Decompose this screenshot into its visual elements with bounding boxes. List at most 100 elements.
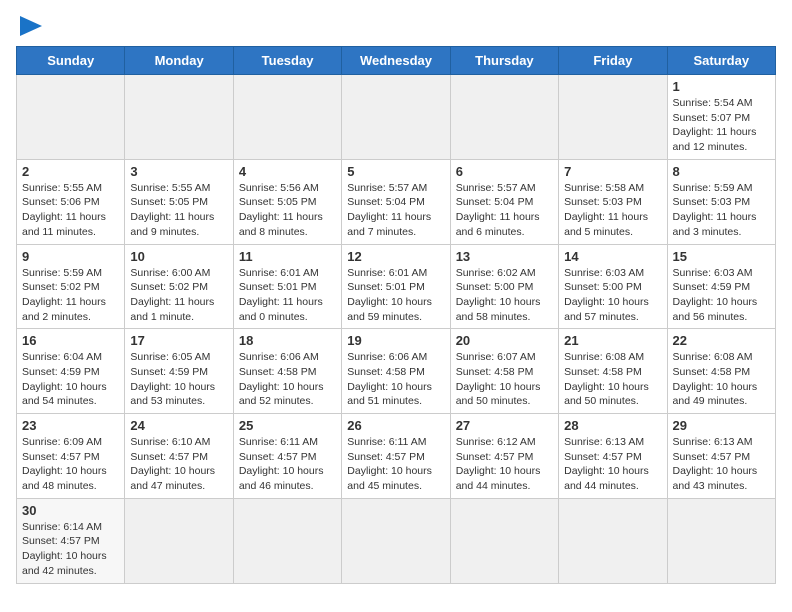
calendar-cell: 4 Sunrise: 5:56 AM Sunset: 5:05 PM Daylig… — [233, 159, 341, 244]
calendar-cell — [450, 75, 558, 160]
calendar-cell — [233, 75, 341, 160]
calendar-cell — [233, 498, 341, 583]
day-of-week-sunday: Sunday — [17, 47, 125, 75]
calendar-cell — [559, 75, 667, 160]
calendar-cell: 8 Sunrise: 5:59 AM Sunset: 5:03 PM Daylig… — [667, 159, 775, 244]
day-of-week-saturday: Saturday — [667, 47, 775, 75]
day-number: 16 — [22, 333, 119, 348]
page-header — [16, 16, 776, 36]
day-number: 19 — [347, 333, 444, 348]
day-number: 27 — [456, 418, 553, 433]
day-number: 26 — [347, 418, 444, 433]
calendar-cell: 11 Sunrise: 6:01 AM Sunset: 5:01 PM Dayli… — [233, 244, 341, 329]
day-info: Sunrise: 6:10 AM Sunset: 4:57 PM Dayligh… — [130, 435, 227, 494]
day-number: 25 — [239, 418, 336, 433]
day-number: 20 — [456, 333, 553, 348]
calendar-cell: 9Sunrise: 5:59 AM Sunset: 5:02 PM Daylig… — [17, 244, 125, 329]
calendar-cell: 6Sunrise: 5:57 AM Sunset: 5:04 PM Daylig… — [450, 159, 558, 244]
calendar-week-2: 2Sunrise: 5:55 AM Sunset: 5:06 PM Daylig… — [17, 159, 776, 244]
logo-triangle-icon — [20, 16, 42, 36]
day-info: Sunrise: 6:14 AM Sunset: 4:57 PM Dayligh… — [22, 520, 119, 579]
calendar-cell: 13Sunrise: 6:02 AM Sunset: 5:00 PM Dayli… — [450, 244, 558, 329]
calendar-cell — [667, 498, 775, 583]
day-info: Sunrise: 6:05 AM Sunset: 4:59 PM Dayligh… — [130, 350, 227, 409]
day-number: 3 — [130, 164, 227, 179]
day-number: 7 — [564, 164, 661, 179]
day-number: 15 — [673, 249, 770, 264]
calendar-cell: 23 Sunrise: 6:09 AM Sunset: 4:57 PM Dayli… — [17, 414, 125, 499]
day-number: 22 — [673, 333, 770, 348]
day-number: 11 — [239, 249, 336, 264]
day-number: 29 — [673, 418, 770, 433]
day-info: Sunrise: 5:58 AM Sunset: 5:03 PM Dayligh… — [564, 181, 661, 240]
logo — [16, 16, 42, 36]
day-number: 4 — [239, 164, 336, 179]
day-of-week-wednesday: Wednesday — [342, 47, 450, 75]
day-info: Sunrise: 6:13 AM Sunset: 4:57 PM Dayligh… — [673, 435, 770, 494]
day-info: Sunrise: 5:59 AM Sunset: 5:03 PM Dayligh… — [673, 181, 770, 240]
calendar-cell: 28 Sunrise: 6:13 AM Sunset: 4:57 PM Dayli… — [559, 414, 667, 499]
day-info: Sunrise: 5:54 AM Sunset: 5:07 PM Dayligh… — [673, 96, 770, 155]
day-number: 13 — [456, 249, 553, 264]
day-info: Sunrise: 6:11 AM Sunset: 4:57 PM Dayligh… — [239, 435, 336, 494]
calendar-cell — [125, 75, 233, 160]
day-number: 18 — [239, 333, 336, 348]
day-info: Sunrise: 6:08 AM Sunset: 4:58 PM Dayligh… — [673, 350, 770, 409]
day-number: 17 — [130, 333, 227, 348]
day-info: Sunrise: 5:57 AM Sunset: 5:04 PM Dayligh… — [347, 181, 444, 240]
calendar-week-4: 16 Sunrise: 6:04 AM Sunset: 4:59 PM Dayli… — [17, 329, 776, 414]
day-info: Sunrise: 6:01 AM Sunset: 5:01 PM Dayligh… — [239, 266, 336, 325]
calendar-cell: 21 Sunrise: 6:08 AM Sunset: 4:58 PM Dayli… — [559, 329, 667, 414]
calendar-cell: 16 Sunrise: 6:04 AM Sunset: 4:59 PM Dayli… — [17, 329, 125, 414]
calendar-week-1: 1 Sunrise: 5:54 AM Sunset: 5:07 PM Daylig… — [17, 75, 776, 160]
calendar-cell — [342, 498, 450, 583]
day-info: Sunrise: 6:06 AM Sunset: 4:58 PM Dayligh… — [239, 350, 336, 409]
calendar-cell: 3 Sunrise: 5:55 AM Sunset: 5:05 PM Daylig… — [125, 159, 233, 244]
calendar-cell: 24 Sunrise: 6:10 AM Sunset: 4:57 PM Dayli… — [125, 414, 233, 499]
calendar-cell: 22 Sunrise: 6:08 AM Sunset: 4:58 PM Dayli… — [667, 329, 775, 414]
calendar-table: SundayMondayTuesdayWednesdayThursdayFrid… — [16, 46, 776, 584]
calendar-cell: 18 Sunrise: 6:06 AM Sunset: 4:58 PM Dayli… — [233, 329, 341, 414]
day-of-week-thursday: Thursday — [450, 47, 558, 75]
calendar-cell — [125, 498, 233, 583]
day-info: Sunrise: 5:56 AM Sunset: 5:05 PM Dayligh… — [239, 181, 336, 240]
day-info: Sunrise: 6:12 AM Sunset: 4:57 PM Dayligh… — [456, 435, 553, 494]
day-number: 24 — [130, 418, 227, 433]
day-info: Sunrise: 6:09 AM Sunset: 4:57 PM Dayligh… — [22, 435, 119, 494]
day-info: Sunrise: 6:01 AM Sunset: 5:01 PM Dayligh… — [347, 266, 444, 325]
day-info: Sunrise: 6:07 AM Sunset: 4:58 PM Dayligh… — [456, 350, 553, 409]
calendar-cell: 10Sunrise: 6:00 AM Sunset: 5:02 PM Dayli… — [125, 244, 233, 329]
day-number: 5 — [347, 164, 444, 179]
day-of-week-friday: Friday — [559, 47, 667, 75]
day-info: Sunrise: 6:04 AM Sunset: 4:59 PM Dayligh… — [22, 350, 119, 409]
calendar-header-row: SundayMondayTuesdayWednesdayThursdayFrid… — [17, 47, 776, 75]
calendar-cell: 17 Sunrise: 6:05 AM Sunset: 4:59 PM Dayli… — [125, 329, 233, 414]
calendar-cell: 12 Sunrise: 6:01 AM Sunset: 5:01 PM Dayli… — [342, 244, 450, 329]
calendar-cell — [17, 75, 125, 160]
calendar-cell: 26Sunrise: 6:11 AM Sunset: 4:57 PM Dayli… — [342, 414, 450, 499]
day-info: Sunrise: 5:55 AM Sunset: 5:06 PM Dayligh… — [22, 181, 119, 240]
day-info: Sunrise: 6:13 AM Sunset: 4:57 PM Dayligh… — [564, 435, 661, 494]
day-info: Sunrise: 5:55 AM Sunset: 5:05 PM Dayligh… — [130, 181, 227, 240]
day-info: Sunrise: 5:59 AM Sunset: 5:02 PM Dayligh… — [22, 266, 119, 325]
calendar-cell: 20 Sunrise: 6:07 AM Sunset: 4:58 PM Dayli… — [450, 329, 558, 414]
calendar-cell — [342, 75, 450, 160]
calendar-week-3: 9Sunrise: 5:59 AM Sunset: 5:02 PM Daylig… — [17, 244, 776, 329]
day-info: Sunrise: 6:03 AM Sunset: 5:00 PM Dayligh… — [564, 266, 661, 325]
day-number: 1 — [673, 79, 770, 94]
day-number: 12 — [347, 249, 444, 264]
day-number: 8 — [673, 164, 770, 179]
day-of-week-tuesday: Tuesday — [233, 47, 341, 75]
calendar-cell: 30Sunrise: 6:14 AM Sunset: 4:57 PM Dayli… — [17, 498, 125, 583]
calendar-cell: 2Sunrise: 5:55 AM Sunset: 5:06 PM Daylig… — [17, 159, 125, 244]
day-number: 23 — [22, 418, 119, 433]
day-number: 6 — [456, 164, 553, 179]
calendar-cell: 25 Sunrise: 6:11 AM Sunset: 4:57 PM Dayli… — [233, 414, 341, 499]
calendar-cell: 27 Sunrise: 6:12 AM Sunset: 4:57 PM Dayli… — [450, 414, 558, 499]
day-info: Sunrise: 6:03 AM Sunset: 4:59 PM Dayligh… — [673, 266, 770, 325]
day-info: Sunrise: 6:08 AM Sunset: 4:58 PM Dayligh… — [564, 350, 661, 409]
calendar-week-6: 30Sunrise: 6:14 AM Sunset: 4:57 PM Dayli… — [17, 498, 776, 583]
day-number: 28 — [564, 418, 661, 433]
day-number: 21 — [564, 333, 661, 348]
day-number: 14 — [564, 249, 661, 264]
